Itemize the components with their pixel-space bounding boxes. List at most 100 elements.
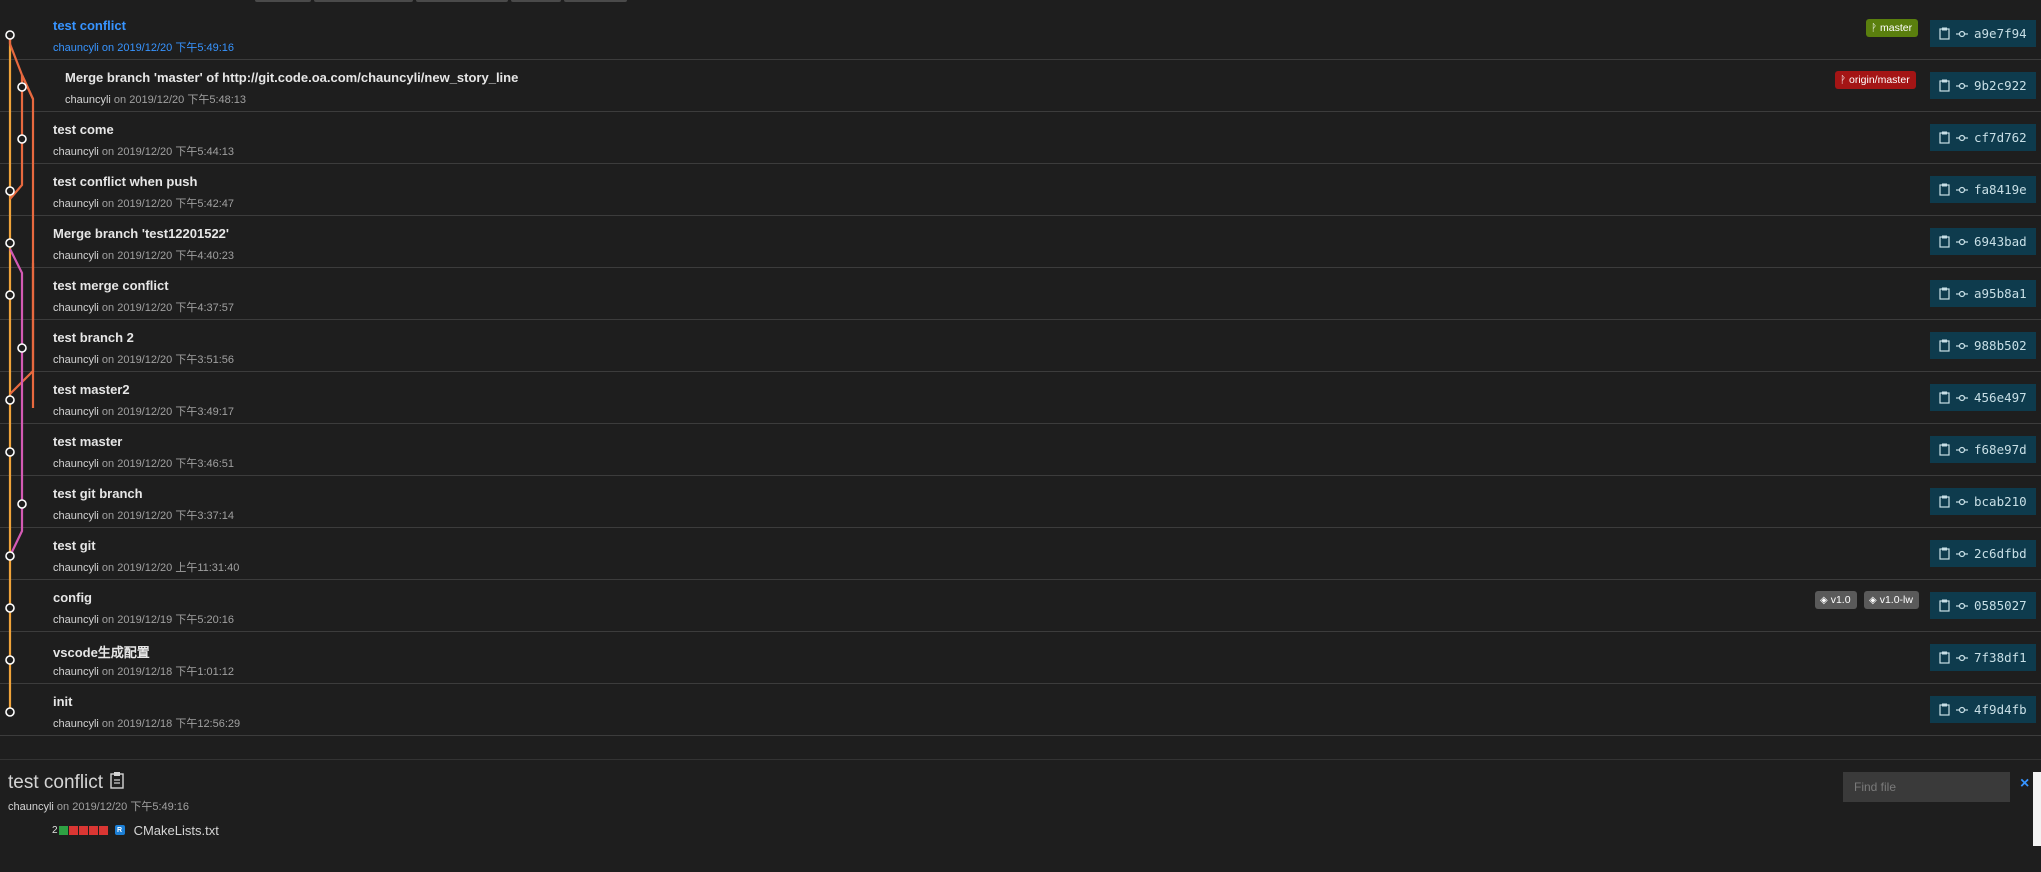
graph-node[interactable] <box>5 447 15 457</box>
graph-node[interactable] <box>5 290 15 300</box>
tag-icon: ◈ <box>1869 594 1877 606</box>
graph-node[interactable] <box>17 134 27 144</box>
commit-hash-button[interactable]: bcab210 <box>1930 488 2036 515</box>
clipboard-icon[interactable] <box>1938 703 1950 717</box>
commit-hash: a95b8a1 <box>1974 286 2027 301</box>
commit-hash-button[interactable]: 456e497 <box>1930 384 2036 411</box>
commit-row[interactable]: test conflict when push chauncyli on 201… <box>0 164 2041 216</box>
commit-hash: 2c6dfbd <box>1974 546 2027 561</box>
commit-author[interactable]: chauncyli <box>65 94 111 106</box>
graph-node[interactable] <box>5 551 15 561</box>
commit-hash-button[interactable]: fa8419e <box>1930 176 2036 203</box>
tag-badge-label: v1.0-lw <box>1879 594 1913 606</box>
commit-author[interactable]: chauncyli <box>53 718 99 730</box>
commit-hash-button[interactable]: 2c6dfbd <box>1930 540 2036 567</box>
commit-hash-button[interactable]: 6943bad <box>1930 228 2036 255</box>
commit-author[interactable]: chauncyli <box>53 250 99 262</box>
toolbar-button[interactable] <box>314 0 413 2</box>
clipboard-icon[interactable] <box>1938 131 1950 145</box>
commit-hash-button[interactable]: 7f38df1 <box>1930 644 2036 671</box>
toolbar-button[interactable] <box>511 0 561 2</box>
commit-author[interactable]: chauncyli <box>53 146 99 158</box>
commit-message: test come <box>53 122 114 137</box>
commit-hash-button[interactable]: 988b502 <box>1930 332 2036 359</box>
clipboard-icon[interactable] <box>1938 339 1950 353</box>
commit-author[interactable]: chauncyli <box>53 302 99 314</box>
commit-hash-button[interactable]: f68e97d <box>1930 436 2036 463</box>
commit-hash-button[interactable]: 9b2c922 <box>1930 72 2036 99</box>
commit-hash-button[interactable]: a95b8a1 <box>1930 280 2036 307</box>
clipboard-icon[interactable] <box>1938 443 1950 457</box>
git-commit-icon <box>1956 703 1968 717</box>
commit-row[interactable]: test git branch chauncyli on 2019/12/20 … <box>0 476 2041 528</box>
commit-row[interactable]: Merge branch 'master' of http://git.code… <box>0 60 2041 112</box>
toolbar-button[interactable] <box>416 0 508 2</box>
commit-row[interactable]: test git chauncyli on 2019/12/20 上午11:31… <box>0 528 2041 580</box>
changed-file-row[interactable]: 2 R CMakeLists.txt <box>52 821 219 839</box>
graph-node[interactable] <box>17 343 27 353</box>
graph-node[interactable] <box>5 395 15 405</box>
toolbar-button[interactable] <box>564 0 627 2</box>
clipboard-icon[interactable] <box>1938 235 1950 249</box>
graph-node[interactable] <box>5 186 15 196</box>
commit-row[interactable]: test come chauncyli on 2019/12/20 下午5:44… <box>0 112 2041 164</box>
graph-node[interactable] <box>5 655 15 665</box>
commit-author[interactable]: chauncyli <box>53 406 99 418</box>
commit-hash-button[interactable]: 4f9d4fb <box>1930 696 2036 723</box>
details-date: on 2019/12/20 下午5:49:16 <box>56 801 190 813</box>
commit-author[interactable]: chauncyli <box>53 510 99 522</box>
commit-meta: chauncyli on 2019/12/20 下午5:42:47 <box>53 195 234 211</box>
clipboard-icon[interactable] <box>1938 547 1950 561</box>
commit-author[interactable]: chauncyli <box>53 42 99 54</box>
clipboard-icon[interactable] <box>1938 287 1950 301</box>
commit-row[interactable]: vscode生成配置 chauncyli on 2019/12/18 下午1:0… <box>0 632 2041 684</box>
details-author[interactable]: chauncyli <box>8 801 54 813</box>
git-commit-icon <box>1956 547 1968 561</box>
graph-node[interactable] <box>17 82 27 92</box>
clipboard-icon[interactable] <box>1938 651 1950 665</box>
clipboard-icon[interactable] <box>1938 183 1950 197</box>
commit-row[interactable]: test merge conflict chauncyli on 2019/12… <box>0 268 2041 320</box>
graph-node[interactable] <box>5 707 15 717</box>
clipboard-icon[interactable] <box>1938 599 1950 613</box>
git-commit-icon <box>1956 79 1968 93</box>
commit-author[interactable]: chauncyli <box>53 562 99 574</box>
commit-author[interactable]: chauncyli <box>53 354 99 366</box>
clipboard-icon[interactable] <box>1938 391 1950 405</box>
close-icon[interactable]: × <box>2020 776 2029 792</box>
commit-author[interactable]: chauncyli <box>53 198 99 210</box>
commit-author[interactable]: chauncyli <box>53 614 99 626</box>
commit-row[interactable]: init chauncyli on 2019/12/18 下午12:56:29 … <box>0 684 2041 736</box>
commit-row[interactable]: test master chauncyli on 2019/12/20 下午3:… <box>0 424 2041 476</box>
commit-date: on 2019/12/20 下午5:44:13 <box>101 146 235 158</box>
tag-badge-v1-lw[interactable]: ◈ v1.0-lw <box>1864 591 1919 609</box>
tag-badge-v1[interactable]: ◈ v1.0 <box>1815 591 1857 609</box>
commit-meta: chauncyli on 2019/12/20 下午3:37:14 <box>53 507 234 523</box>
commit-row[interactable]: config chauncyli on 2019/12/19 下午5:20:16… <box>0 580 2041 632</box>
graph-node[interactable] <box>5 603 15 613</box>
branch-badge-origin-master[interactable]: ᚹ origin/master <box>1835 71 1916 89</box>
commit-row[interactable]: Merge branch 'test12201522' chauncyli on… <box>0 216 2041 268</box>
file-name[interactable]: CMakeLists.txt <box>134 823 219 838</box>
graph-node[interactable] <box>5 238 15 248</box>
commit-row[interactable]: test master2 chauncyli on 2019/12/20 下午3… <box>0 372 2041 424</box>
commit-date: on 2019/12/18 下午1:01:12 <box>101 666 235 678</box>
commit-author[interactable]: chauncyli <box>53 458 99 470</box>
commit-row[interactable]: test branch 2 chauncyli on 2019/12/20 下午… <box>0 320 2041 372</box>
clipboard-icon[interactable] <box>1938 79 1950 93</box>
clipboard-icon[interactable] <box>109 771 125 795</box>
branch-badge-master[interactable]: ᚹ master <box>1866 19 1919 37</box>
clipboard-icon[interactable] <box>1938 27 1950 41</box>
commit-message: Merge branch 'test12201522' <box>53 226 229 241</box>
file-status-badge: R <box>114 825 125 835</box>
clipboard-icon[interactable] <box>1938 495 1950 509</box>
commit-author[interactable]: chauncyli <box>53 666 99 678</box>
toolbar-button[interactable] <box>255 0 311 2</box>
graph-node[interactable] <box>5 30 15 40</box>
graph-node[interactable] <box>17 499 27 509</box>
commit-hash-button[interactable]: 0585027 <box>1930 592 2036 619</box>
commit-row[interactable]: test conflict chauncyli on 2019/12/20 下午… <box>0 8 2041 60</box>
find-file-input[interactable] <box>1843 772 2010 802</box>
commit-hash-button[interactable]: cf7d762 <box>1930 124 2036 151</box>
commit-hash-button[interactable]: a9e7f94 <box>1930 20 2036 47</box>
